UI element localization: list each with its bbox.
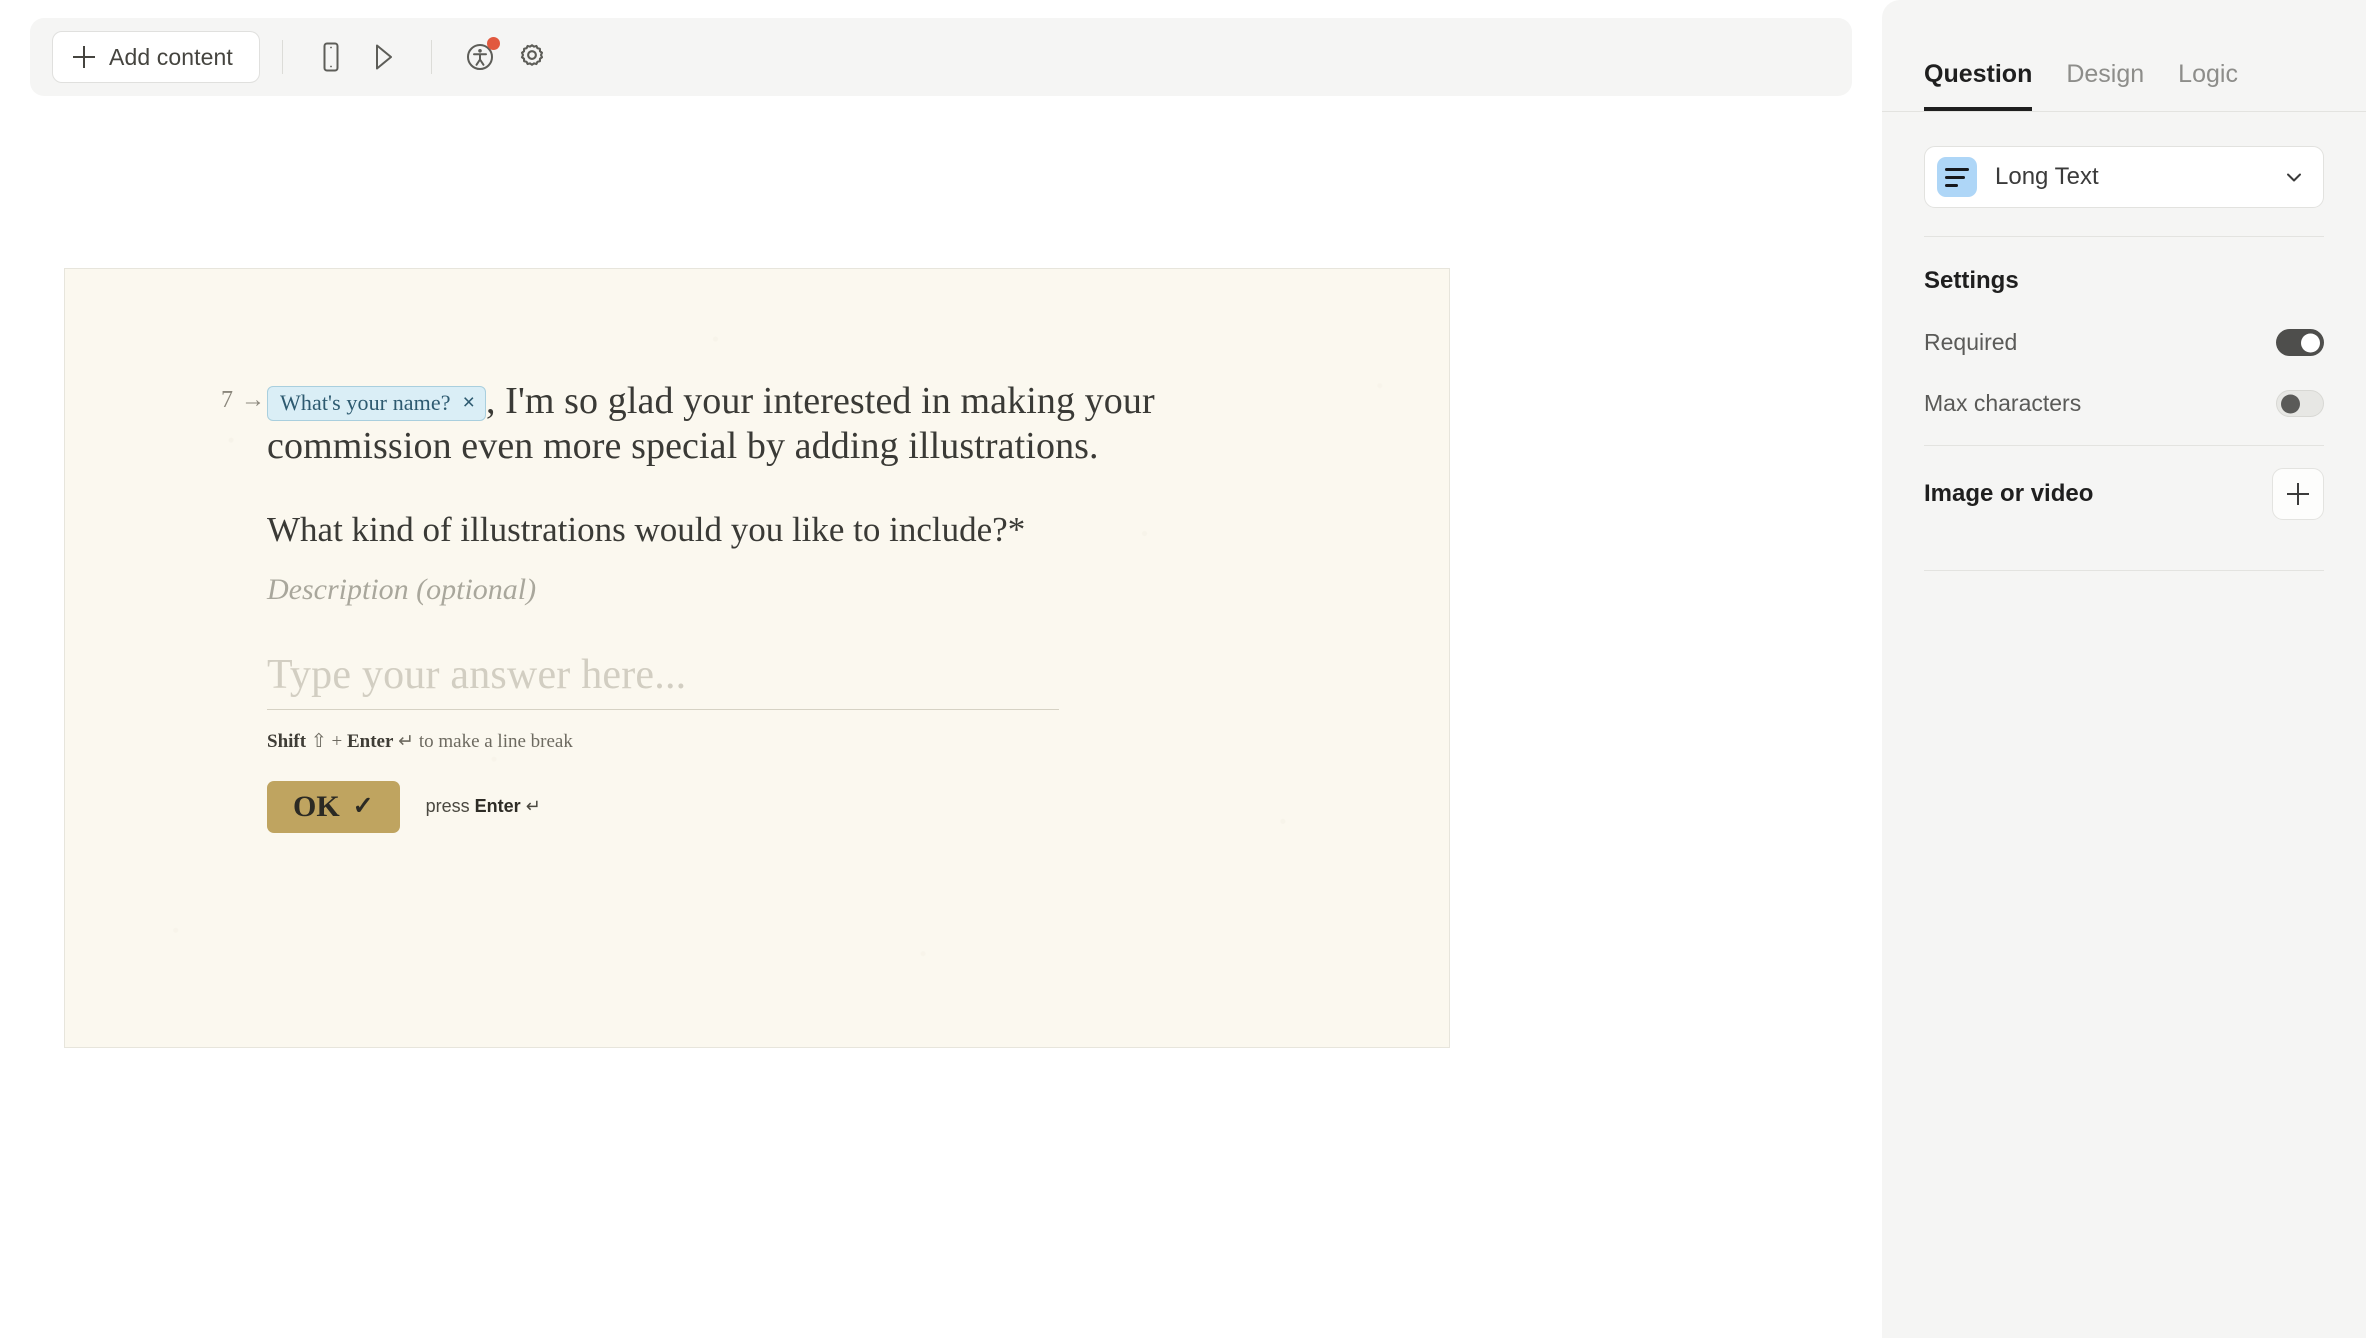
plus-icon — [2287, 483, 2309, 505]
recall-chip[interactable]: What's your name? × — [267, 386, 486, 421]
hint-enter-label: Enter — [346, 730, 394, 752]
question-intro-text: What's your name? ×, I'm so glad your int… — [267, 379, 1267, 469]
gear-icon — [517, 42, 547, 72]
shift-key-icon: ⇧ — [310, 730, 327, 752]
question-type-dropdown[interactable]: Long Text — [1924, 146, 2324, 208]
setting-row-required: Required — [1924, 329, 2324, 356]
setting-label-max-characters: Max characters — [1924, 390, 2082, 416]
hint-plus: + — [331, 730, 343, 752]
panel-body: Long Text Settings Required Max characte… — [1882, 146, 2366, 571]
long-text-icon — [1937, 157, 1977, 197]
submit-row: OK ✓ press Enter ↵ — [267, 780, 1267, 833]
settings-gear-button[interactable] — [506, 31, 558, 83]
notification-badge-dot — [486, 37, 500, 50]
hint-shift-label: Shift — [267, 730, 307, 752]
line-break-hint: Shift ⇧ + Enter ↵ to make a line break — [267, 730, 1267, 753]
answer-input-field[interactable]: Type your answer here... — [267, 651, 1059, 710]
plus-icon — [73, 46, 95, 68]
media-label: Image or video — [1924, 480, 2094, 507]
toggle-knob — [2301, 333, 2320, 352]
editor-toolbar: Add content — [30, 18, 1852, 96]
divider-after-media — [1924, 570, 2324, 571]
press-enter-hint: press Enter ↵ — [426, 796, 541, 817]
accessibility-button[interactable] — [454, 31, 506, 83]
editor-area: Add content 7 → What's your name? × , I'… — [0, 0, 1882, 1338]
add-content-button[interactable]: Add content — [52, 31, 260, 83]
required-toggle[interactable] — [2276, 329, 2324, 356]
question-description-placeholder[interactable]: Description (optional) — [267, 573, 1267, 607]
form-preview-canvas: 7 → What's your name? ×, I'm so glad your… — [64, 268, 1450, 1048]
media-row: Image or video — [1924, 446, 2324, 542]
press-enter-key: Enter — [474, 796, 521, 817]
mobile-preview-icon — [318, 42, 344, 72]
enter-return-icon: ↵ — [525, 796, 541, 817]
mobile-preview-button[interactable] — [305, 31, 357, 83]
typeform-editor-app: Add content 7 → What's your name? × , I'… — [0, 0, 2366, 1338]
toolbar-divider — [281, 40, 283, 74]
press-enter-prefix: press — [425, 796, 470, 817]
question-headline[interactable]: What kind of illustrations would you lik… — [267, 509, 1267, 551]
add-content-label: Add content — [109, 43, 233, 70]
panel-tabs: Question Design Logic — [1882, 0, 2366, 112]
setting-row-max-characters: Max characters — [1924, 390, 2324, 417]
question-number-indicator: 7 → — [221, 387, 266, 413]
ok-button[interactable]: OK ✓ — [267, 780, 400, 833]
add-media-button[interactable] — [2272, 468, 2324, 520]
hint-tail: to make a line break — [418, 730, 573, 752]
toolbar-divider-2 — [430, 40, 432, 74]
check-icon: ✓ — [352, 793, 374, 821]
enter-key-icon: ↵ — [398, 730, 415, 752]
question-block: 7 → What's your name? ×, I'm so glad your… — [221, 379, 1267, 833]
recall-chip-label: What's your name? — [280, 390, 451, 415]
tab-question[interactable]: Question — [1924, 60, 2033, 111]
settings-section-title: Settings — [1924, 267, 2019, 294]
setting-label-required: Required — [1924, 329, 2018, 355]
play-icon — [369, 42, 397, 72]
ok-button-label: OK — [293, 789, 340, 823]
preview-play-button[interactable] — [357, 31, 409, 83]
tab-design[interactable]: Design — [2066, 60, 2144, 111]
toggle-knob — [2281, 394, 2300, 413]
question-type-label: Long Text — [1995, 163, 2099, 190]
max-characters-toggle[interactable] — [2276, 390, 2324, 417]
answer-placeholder-text: Type your answer here... — [267, 651, 687, 698]
question-settings-panel: Question Design Logic Long Text Settings — [1882, 0, 2366, 1338]
close-icon[interactable]: × — [463, 392, 475, 413]
divider-after-type — [1924, 236, 2324, 237]
tab-logic[interactable]: Logic — [2178, 60, 2238, 111]
chevron-down-icon — [2283, 166, 2305, 188]
